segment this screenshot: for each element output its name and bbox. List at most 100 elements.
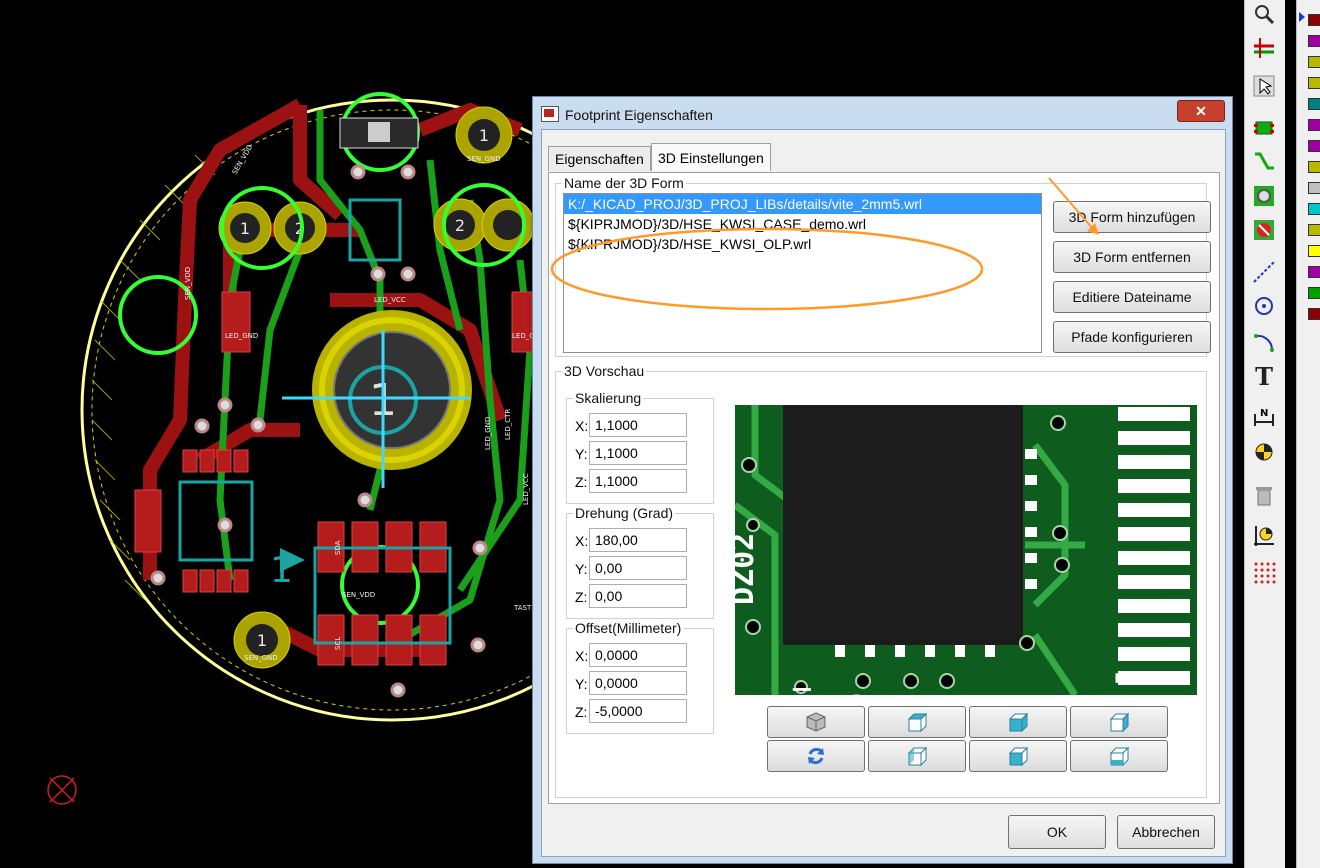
layer-swatch[interactable] [1308, 224, 1320, 236]
offset-x-input[interactable] [589, 643, 687, 667]
app-icon [541, 106, 559, 122]
scale-x-input[interactable] [589, 413, 687, 437]
rotation-label: Drehung (Grad) [573, 505, 676, 521]
delete-icon[interactable] [1250, 482, 1278, 510]
axis-z-label: Z: [575, 589, 588, 605]
view-top-icon[interactable] [969, 740, 1067, 772]
circle-icon[interactable] [1250, 292, 1278, 320]
dialog-client: Eigenschaften 3D Einstellungen Name der … [541, 129, 1226, 857]
dashed-line-icon[interactable] [1250, 258, 1278, 286]
name-group-label: Name der 3D Form [562, 175, 686, 191]
layer-swatch[interactable] [1308, 182, 1320, 194]
shape-list-item[interactable]: ${KIPRJMOD}/3D/HSE_KWSI_CASE_demo.wrl [564, 214, 1041, 234]
layer-swatch[interactable] [1308, 203, 1320, 215]
add-via-icon[interactable] [1250, 182, 1278, 210]
layer-swatch[interactable] [1308, 161, 1320, 173]
svg-text:SEN_VDD: SEN_VDD [184, 267, 192, 300]
svg-text:SDA: SDA [334, 540, 342, 555]
tab-3d-settings[interactable]: 3D Einstellungen [651, 143, 771, 171]
svg-text:LED_GND: LED_GND [225, 332, 258, 340]
3d-preview-canvas[interactable]: DZ02 SEN_VDD 5 [735, 405, 1197, 695]
zoom-icon[interactable] [1250, 0, 1278, 28]
3d-component-body [783, 405, 1023, 645]
svg-text:LED_CTR: LED_CTR [504, 409, 512, 440]
layer-swatch[interactable] [1308, 308, 1320, 320]
ok-button[interactable]: OK [1008, 815, 1106, 849]
preview-group: 3D Vorschau Skalierung X: Y: Z: Drehung … [555, 363, 1207, 798]
add-footprint-icon[interactable] [1250, 114, 1278, 142]
target-icon[interactable] [1250, 438, 1278, 466]
configure-paths-button[interactable]: Pfade konfigurieren [1053, 321, 1211, 353]
svg-text:2: 2 [455, 216, 465, 235]
scale-y-input[interactable] [589, 441, 687, 465]
layer-swatch[interactable] [1308, 119, 1320, 131]
right-toolbar: T N [1244, 0, 1285, 868]
view-front-icon[interactable] [868, 706, 966, 738]
shape-list[interactable]: K:/_KICAD_PROJ/3D_PROJ_LIBs/details/vite… [563, 193, 1042, 353]
shape-list-item[interactable]: ${KIPRJMOD}/3D/HSE_KWSI_OLP.wrl [564, 234, 1041, 254]
offset-z-input[interactable] [589, 699, 687, 723]
footprint-properties-dialog: Footprint Eigenschaften ✕ Eigenschaften … [532, 96, 1233, 864]
offset-y-input[interactable] [589, 671, 687, 695]
layer-swatch[interactable] [1308, 77, 1320, 89]
layer-swatch[interactable] [1308, 266, 1320, 278]
dimension-icon[interactable]: N [1250, 402, 1278, 430]
svg-text:SEN_VDD: SEN_VDD [342, 591, 375, 599]
svg-text:LED_VCC: LED_VCC [522, 473, 530, 505]
shape-list-item[interactable]: K:/_KICAD_PROJ/3D_PROJ_LIBs/details/vite… [564, 194, 1041, 214]
preview-text-dz: DZ02 [735, 533, 761, 605]
dialog-titlebar[interactable]: Footprint Eigenschaften ✕ [533, 97, 1232, 127]
axis-z-label: Z: [575, 704, 588, 720]
tab-page-3d: Name der 3D Form K:/_KICAD_PROJ/3D_PROJ_… [548, 172, 1220, 804]
rotation-z-input[interactable] [589, 584, 687, 608]
view-bottom-icon[interactable] [1070, 740, 1168, 772]
scaling-group: Skalierung X: Y: Z: [566, 390, 714, 504]
close-button[interactable]: ✕ [1177, 100, 1225, 122]
arc-icon[interactable] [1250, 328, 1278, 356]
layer-swatch[interactable] [1308, 245, 1320, 257]
view-right-icon[interactable] [868, 740, 966, 772]
rotation-group: Drehung (Grad) X: Y: Z: [566, 505, 714, 619]
tab-eigenschaften[interactable]: Eigenschaften [548, 146, 651, 171]
layer-swatch[interactable] [1308, 56, 1320, 68]
svg-text:1: 1 [240, 219, 250, 238]
route-track-icon[interactable] [1250, 148, 1278, 176]
svg-text:LED_VCC: LED_VCC [374, 296, 406, 304]
axis-y-label: Y: [575, 446, 588, 462]
edit-filename-button[interactable]: Editiere Dateiname [1053, 281, 1211, 313]
rotation-y-input[interactable] [589, 556, 687, 580]
reload-icon[interactable] [767, 740, 865, 772]
cancel-button[interactable]: Abbrechen [1117, 815, 1215, 849]
axis-y-label: Y: [575, 561, 588, 577]
highlight-net-icon[interactable] [1250, 34, 1278, 62]
layer-swatch[interactable] [1308, 35, 1320, 47]
layer-swatch[interactable] [1308, 140, 1320, 152]
text-icon[interactable]: T [1250, 362, 1278, 391]
axis-y-label: Y: [575, 676, 588, 692]
rotation-x-input[interactable] [589, 528, 687, 552]
view-left-icon[interactable] [1070, 706, 1168, 738]
grid-origin-icon[interactable] [1250, 558, 1278, 586]
axis-z-label: Z: [575, 474, 588, 490]
add-3d-shape-button[interactable]: 3D Form hinzufügen [1053, 201, 1211, 233]
set-origin-icon[interactable] [1250, 522, 1278, 550]
name-group: Name der 3D Form K:/_KICAD_PROJ/3D_PROJ_… [555, 175, 1211, 357]
select-icon[interactable] [1250, 72, 1278, 100]
active-layer-arrow-icon [1299, 12, 1305, 22]
preview-text-sen-vdd: SEN_VDD [739, 687, 865, 695]
dialog-title: Footprint Eigenschaften [565, 107, 713, 123]
scale-z-input[interactable] [589, 469, 687, 493]
svg-text:SEN_GND: SEN_GND [467, 155, 501, 163]
axis-x-label: X: [575, 648, 589, 664]
layer-swatch[interactable] [1308, 287, 1320, 299]
view-back-icon[interactable] [969, 706, 1067, 738]
svg-text:LED_GND: LED_GND [484, 417, 492, 450]
pin1-marker: 1 [270, 550, 293, 591]
layer-swatch[interactable] [1308, 14, 1320, 26]
remove-3d-shape-button[interactable]: 3D Form entfernen [1053, 241, 1211, 273]
offset-group: Offset(Millimeter) X: Y: Z: [566, 620, 714, 734]
keepout-icon[interactable] [1250, 216, 1278, 244]
view-iso-icon[interactable] [767, 706, 865, 738]
svg-text:SCL: SCL [334, 637, 342, 650]
layer-swatch[interactable] [1308, 98, 1320, 110]
